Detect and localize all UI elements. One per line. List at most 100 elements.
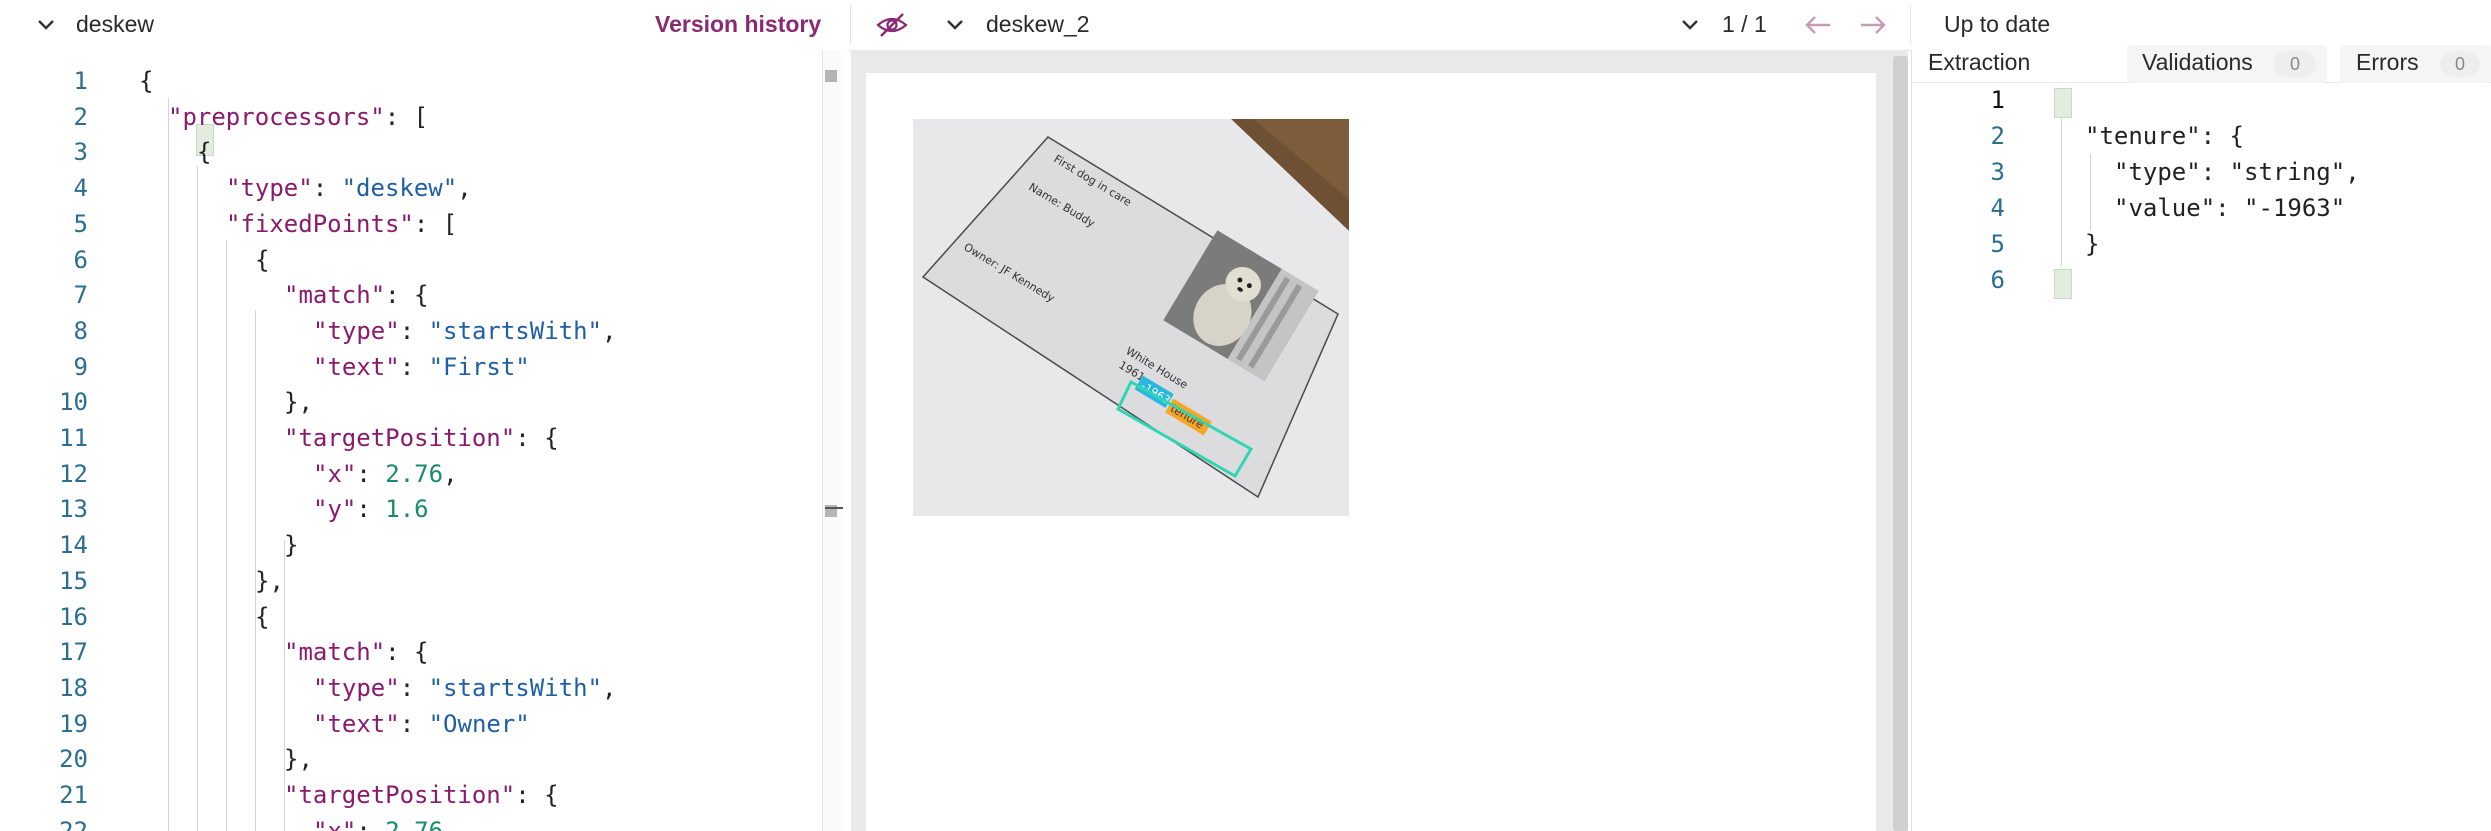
matched-brace-highlight <box>2054 269 2072 299</box>
code-token: "startsWith" <box>428 316 602 345</box>
indent-guide <box>284 540 285 831</box>
line-number: 7 <box>73 281 88 310</box>
code-token: , <box>443 816 458 831</box>
code-token: : <box>356 459 386 488</box>
tab-validations[interactable]: Validations <box>2142 49 2253 76</box>
code-text: "x": 2.76, <box>313 813 458 831</box>
code-token: 2.76 <box>385 459 444 488</box>
code-text: "type": "startsWith", <box>313 670 616 706</box>
indent-guide <box>255 310 256 831</box>
code-text: } <box>284 527 298 563</box>
line-number: 22 <box>59 816 88 831</box>
code-line: 1{ <box>0 63 820 99</box>
editor-scrollbar[interactable] <box>822 50 843 831</box>
code-text: "targetPosition": { <box>284 777 559 813</box>
code-line: 4 "type": "deskew", <box>0 170 820 206</box>
line-number: 11 <box>59 424 88 452</box>
code-text: "type": "startsWith", <box>313 313 616 349</box>
scroll-marker <box>825 70 837 82</box>
line-number: 18 <box>59 673 88 702</box>
line-number: 5 <box>1990 230 2005 258</box>
config-editor[interactable]: 1{2 "preprocessors": [3{4 "type": "deskew"… <box>0 50 850 831</box>
code-token: }, <box>284 745 313 774</box>
code-token: "match" <box>284 638 386 667</box>
code-token: 2.76 <box>385 816 444 831</box>
code-text: { <box>139 63 153 99</box>
code-token: "tenure": { <box>2085 122 2244 150</box>
code-token: : [ <box>384 102 429 131</box>
code-line: 22 "x": 2.76, <box>0 813 820 831</box>
chevron-down-icon[interactable] <box>36 15 56 35</box>
code-token: "match" <box>284 281 386 310</box>
arrow-left-icon[interactable] <box>1803 12 1833 38</box>
code-token: , <box>602 316 617 345</box>
code-text: "text": "Owner" <box>313 706 530 742</box>
code-text: "targetPosition": { <box>284 420 559 456</box>
line-number: 15 <box>59 566 88 595</box>
line-number: 10 <box>59 388 88 417</box>
code-token: "type" <box>226 174 313 203</box>
code-token: : { <box>385 281 429 310</box>
line-number: 2 <box>73 102 88 131</box>
chevron-down-icon[interactable] <box>1680 15 1700 35</box>
extraction-line: 3 "type": "string", <box>1911 154 2491 190</box>
code-text: "preprocessors": [ <box>168 99 428 135</box>
line-number: 12 <box>59 459 88 488</box>
line-number: 4 <box>1990 194 2005 222</box>
code-text: { <box>255 599 269 635</box>
line-number: 3 <box>73 138 88 167</box>
viewer-scrollbar[interactable] <box>1893 56 1908 831</box>
tab-extraction[interactable]: Extraction <box>1928 49 2030 76</box>
code-token: : <box>356 816 386 831</box>
code-line: 20}, <box>0 741 820 777</box>
chevron-down-icon[interactable] <box>945 15 965 35</box>
code-token: "y" <box>313 495 357 524</box>
code-token: "x" <box>313 816 357 831</box>
code-line: 12 "x": 2.76, <box>0 456 820 492</box>
code-token: 1.6 <box>385 495 429 524</box>
code-token: : <box>312 174 342 203</box>
code-text: } <box>2085 226 2099 262</box>
document-photo[interactable]: First dog in care Name: Buddy Owner: JF … <box>913 119 1349 516</box>
code-line: 15}, <box>0 563 820 599</box>
line-number: 1 <box>1990 86 2005 114</box>
version-history-link[interactable]: Version history <box>655 11 821 38</box>
page-indicator: 1 / 1 <box>1722 11 1767 37</box>
eye-off-icon[interactable] <box>875 11 909 39</box>
code-token: : [ <box>413 209 458 238</box>
code-line: 5 "fixedPoints": [ <box>0 206 820 242</box>
code-token: "deskew" <box>341 174 458 203</box>
indent-guide <box>226 240 227 831</box>
errors-count-badge: 0 <box>2440 51 2480 77</box>
code-token: "text" <box>313 709 400 738</box>
code-token: "preprocessors" <box>168 102 385 131</box>
code-token: } <box>2085 230 2100 258</box>
code-text: "text": "First" <box>313 349 530 385</box>
matched-brace-highlight <box>2054 88 2072 118</box>
line-number: 5 <box>73 209 88 238</box>
divider <box>1910 6 1911 44</box>
code-token: }, <box>284 388 313 417</box>
scroll-position <box>825 507 843 509</box>
code-text: }, <box>255 563 284 599</box>
code-text: { <box>255 242 269 278</box>
arrow-right-icon[interactable] <box>1858 12 1888 38</box>
code-token: , <box>457 174 472 203</box>
line-number: 9 <box>73 352 88 381</box>
code-token: : { <box>515 781 559 809</box>
code-token: { <box>197 138 212 167</box>
indent-guide <box>197 166 198 831</box>
extraction-line: 2 "tenure": { <box>1911 118 2491 154</box>
indent-guide <box>2061 118 2062 266</box>
line-number: 2 <box>1990 122 2005 150</box>
code-line: 17 "match": { <box>0 634 820 670</box>
code-text: "match": { <box>284 277 429 313</box>
code-line: 7 "match": { <box>0 277 820 313</box>
code-token: "value": "-1963" <box>2114 194 2346 222</box>
line-number: 6 <box>73 245 88 274</box>
line-number: 21 <box>59 781 88 809</box>
tab-errors[interactable]: Errors <box>2356 49 2419 76</box>
code-line: 21 "targetPosition": { <box>0 777 820 813</box>
code-line: 10}, <box>0 384 820 420</box>
extraction-line: 4 "value": "-1963" <box>1911 190 2491 226</box>
